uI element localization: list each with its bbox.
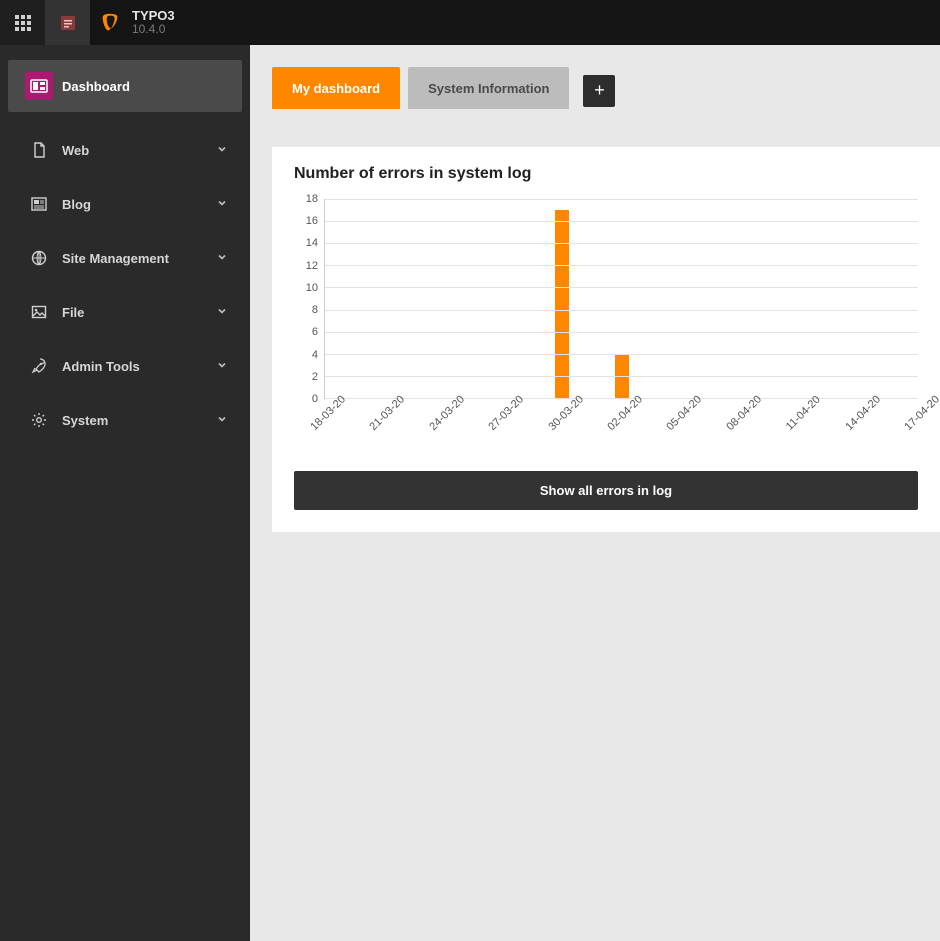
x-tick: 14-04-20 [843, 393, 883, 433]
brand: TYPO3 10.4.0 [90, 0, 185, 45]
chart-bars [325, 199, 918, 398]
plus-icon: + [594, 80, 605, 101]
pagetree-toggle-button[interactable] [45, 0, 90, 45]
sidebar-item-label: Dashboard [62, 79, 228, 94]
chevron-down-icon [216, 143, 228, 158]
chevron-down-icon [216, 359, 228, 374]
chart: 024681012141618 18-03-2021-03-2024-03-20… [294, 199, 918, 449]
sidebar-item-label: Web [62, 143, 216, 158]
show-all-errors-button[interactable]: Show all errors in log [294, 471, 918, 510]
rocket-icon [22, 358, 56, 374]
file-icon [22, 142, 56, 158]
dashboard-icon [22, 72, 56, 100]
x-tick: 11-04-20 [784, 394, 823, 433]
y-tick: 6 [312, 326, 318, 338]
chevron-down-icon [216, 251, 228, 266]
gear-icon [22, 412, 56, 428]
sidebar-item-label: Site Management [62, 251, 216, 266]
tab-system-information[interactable]: System Information [408, 67, 569, 109]
sidebar-item-blog[interactable]: Blog [8, 178, 242, 230]
x-tick: 08-04-20 [724, 393, 764, 433]
y-tick: 8 [312, 304, 318, 316]
x-tick: 17-04-20 [902, 393, 940, 433]
sidebar-item-web[interactable]: Web [8, 124, 242, 176]
sidebar-item-file[interactable]: File [8, 286, 242, 338]
x-tick: 24-03-20 [427, 393, 467, 433]
x-tick: 30-03-20 [546, 393, 586, 433]
x-tick: 05-04-20 [665, 393, 705, 433]
add-dashboard-button[interactable]: + [583, 75, 615, 107]
chart-y-axis: 024681012141618 [294, 199, 322, 399]
y-tick: 12 [306, 260, 318, 272]
globe-icon [22, 250, 56, 266]
grid-icon [15, 15, 31, 31]
widget-title: Number of errors in system log [294, 165, 918, 183]
sidebar-item-system[interactable]: System [8, 394, 242, 446]
y-tick: 14 [306, 237, 318, 249]
main: My dashboardSystem Information + Number o… [250, 45, 940, 941]
y-tick: 2 [312, 371, 318, 383]
sidebar-item-site-management[interactable]: Site Management [8, 232, 242, 284]
errors-widget: Number of errors in system log 0 2 4 6 8 10 12… [272, 147, 940, 532]
tab-my-dashboard[interactable]: My dashboard [272, 67, 400, 109]
sidebar-item-admin-tools[interactable]: Admin Tools [8, 340, 242, 392]
chevron-down-icon [216, 305, 228, 320]
y-tick: 4 [312, 349, 318, 361]
y-tick: 10 [306, 282, 318, 294]
chart-bar [555, 210, 569, 398]
chart-plot-area [324, 199, 918, 399]
topbar: TYPO3 10.4.0 [0, 0, 940, 45]
sidebar: Dashboard Web Blog Site Management File Admin… [0, 45, 250, 941]
dashboard-tabs: My dashboardSystem Information + [250, 45, 940, 109]
chevron-down-icon [216, 413, 228, 428]
chart-x-axis: 18-03-2021-03-2024-03-2027-03-2030-03-20… [324, 399, 918, 449]
brand-version: 10.4.0 [132, 23, 175, 36]
y-tick: 0 [312, 393, 318, 405]
x-tick: 02-04-20 [605, 393, 645, 433]
chevron-down-icon [216, 197, 228, 212]
clipboard-icon [59, 14, 77, 32]
sidebar-item-dashboard[interactable]: Dashboard [8, 60, 242, 112]
x-tick: 27-03-20 [487, 393, 527, 433]
module-menu-button[interactable] [0, 0, 45, 45]
image-icon [22, 304, 56, 320]
y-tick: 16 [306, 215, 318, 227]
brand-name: TYPO3 [132, 9, 175, 23]
sidebar-item-label: Admin Tools [62, 359, 216, 374]
y-tick: 18 [306, 193, 318, 205]
news-icon [22, 196, 56, 212]
sidebar-item-label: File [62, 305, 216, 320]
typo3-logo-icon [96, 9, 124, 37]
sidebar-item-label: System [62, 413, 216, 428]
sidebar-item-label: Blog [62, 197, 216, 212]
x-tick: 21-03-20 [368, 393, 408, 433]
